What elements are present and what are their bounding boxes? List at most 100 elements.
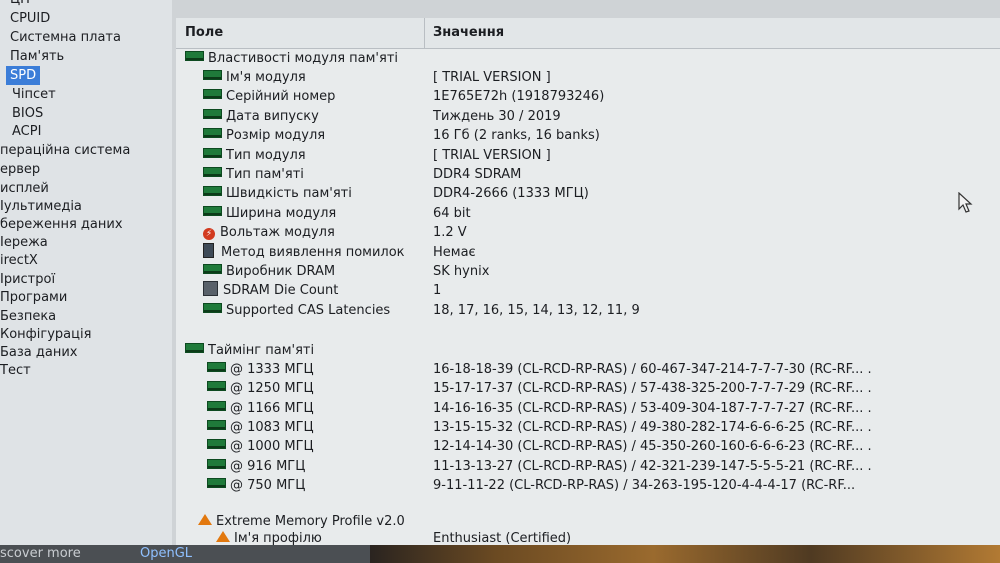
sidebar-item[interactable]: пераційна система bbox=[0, 141, 130, 160]
xmp-icon bbox=[198, 514, 212, 525]
row-field-label: Тип пам'яті bbox=[226, 167, 304, 182]
row-field-label: @ 1166 МГЦ bbox=[230, 400, 314, 416]
row-field: Тип пам'яті bbox=[203, 165, 304, 184]
table-row[interactable]: Supported CAS Latencies 18, 17, 16, 15, 1… bbox=[176, 301, 1000, 320]
row-value: Тиждень 30 / 2019 bbox=[433, 108, 561, 124]
sidebar-item-label: Тест bbox=[0, 363, 31, 378]
memory-module-icon bbox=[203, 167, 222, 177]
table-row[interactable]: @ 1083 МГЦ 13-15-15-32 (CL-RCD-RP-RAS) / … bbox=[176, 418, 1000, 437]
table-row[interactable]: @ 1250 МГЦ 15-17-17-37 (CL-RCD-RP-RAS) / … bbox=[176, 379, 1000, 398]
table-row[interactable]: Ширина модуля 64 bit bbox=[176, 204, 1000, 223]
opengl-link[interactable]: OpenGL bbox=[140, 546, 192, 561]
sidebar-item[interactable]: Програми bbox=[0, 288, 67, 307]
sidebar-item[interactable]: ЦП bbox=[10, 0, 30, 9]
sidebar-item-label: береження даних bbox=[0, 217, 123, 232]
sidebar-item[interactable]: Системна плата bbox=[10, 28, 121, 47]
row-value: [ TRIAL VERSION ] bbox=[433, 70, 551, 85]
table-row[interactable]: @ 1166 МГЦ 14-16-16-35 (CL-RCD-RP-RAS) / … bbox=[176, 399, 1000, 418]
row-field-label: @ 1083 МГЦ bbox=[230, 419, 314, 435]
sidebar-item[interactable]: ервер bbox=[0, 160, 40, 179]
sidebar-item[interactable]: Чіпсет bbox=[12, 85, 56, 104]
memory-module-icon bbox=[207, 400, 226, 411]
sidebar-item[interactable]: Конфігурація bbox=[0, 325, 91, 344]
sidebar-item-label: Системна плата bbox=[10, 30, 121, 45]
row-field-label: Тип модуля bbox=[226, 147, 306, 163]
row-field: Ширина модуля bbox=[203, 204, 336, 223]
mouse-cursor-icon bbox=[958, 192, 973, 213]
column-header-field[interactable]: Поле bbox=[185, 25, 223, 40]
sidebar-item[interactable]: Тест bbox=[0, 361, 31, 380]
sidebar-item[interactable]: irectX bbox=[0, 251, 38, 270]
table-row[interactable]: Дата випуску Тиждень 30 / 2019 bbox=[176, 107, 1000, 126]
sidebar-item-label: BIOS bbox=[12, 106, 44, 121]
memory-module-icon bbox=[203, 205, 222, 216]
sidebar-item[interactable]: Iристрої bbox=[0, 270, 55, 289]
taskbar: scover more OpenGL bbox=[0, 545, 1000, 563]
sidebar-item[interactable]: Iережа bbox=[0, 233, 48, 252]
table-row[interactable]: ⚡ Вольтаж модуля 1.2 V bbox=[176, 223, 1000, 242]
navigation-tree: ЦП CPUID Системна плата Пам'ять SPD Чіпсет BIO… bbox=[0, 0, 172, 545]
sidebar-item-label: SPD bbox=[10, 68, 37, 83]
row-field: ⚡ Вольтаж модуля bbox=[203, 223, 335, 242]
row-field: Ім'я модуля bbox=[203, 68, 306, 87]
table-row[interactable]: @ 916 МГЦ 11-13-13-27 (CL-RCD-RP-RAS) / 4… bbox=[176, 457, 1000, 476]
row-field: @ 1250 МГЦ bbox=[207, 379, 314, 398]
sidebar-item[interactable]: Пам'ять bbox=[10, 47, 64, 66]
row-value: 1E765E72h (1918793246) bbox=[433, 89, 605, 105]
table-row[interactable]: Метод виявлення помилок Немає bbox=[176, 242, 1000, 262]
row-field-label: Таймінг пам'яті bbox=[208, 343, 315, 358]
column-divider[interactable] bbox=[424, 18, 425, 48]
sidebar-item[interactable]: Iультимедіа bbox=[0, 197, 82, 216]
taskbar-thumbnail bbox=[370, 545, 1000, 563]
sidebar-item[interactable]: База даних bbox=[0, 343, 78, 362]
table-row[interactable]: Тип пам'яті DDR4 SDRAM bbox=[176, 165, 1000, 184]
sidebar-item[interactable]: ACPI bbox=[12, 122, 41, 141]
table-row[interactable]: Виробник DRAM SK hynix bbox=[176, 262, 1000, 281]
table-row[interactable]: Серійний номер 1E765E72h (1918793246) bbox=[176, 87, 1000, 106]
memory-module-icon bbox=[203, 89, 222, 100]
row-field-label: @ 1333 МГЦ bbox=[230, 362, 314, 377]
group-header-memory-timing[interactable]: Таймінг пам'яті bbox=[176, 341, 1000, 360]
sidebar-item-label: Безпека bbox=[0, 309, 57, 324]
table-row[interactable]: @ 750 МГЦ 9-11-11-22 (CL-RCD-RP-RAS) / 34… bbox=[176, 476, 1000, 495]
row-field-label: Серійний номер bbox=[226, 89, 336, 105]
row-field: Виробник DRAM bbox=[203, 262, 335, 281]
table-row[interactable]: Тип модуля [ TRIAL VERSION ] bbox=[176, 146, 1000, 165]
sidebar-item[interactable]: береження даних bbox=[0, 215, 123, 234]
table-row[interactable]: SDRAM Die Count 1 bbox=[176, 281, 1000, 300]
table-row[interactable]: Ім'я профілю Enthusiast (Certified) bbox=[176, 529, 1000, 545]
sidebar-item[interactable]: BIOS bbox=[12, 104, 43, 123]
table-row[interactable]: Розмір модуля 16 Гб (2 ranks, 16 banks) bbox=[176, 126, 1000, 145]
row-field: @ 1333 МГЦ bbox=[207, 360, 314, 379]
sidebar-item[interactable]: исплей bbox=[0, 179, 49, 198]
row-value: [ TRIAL VERSION ] bbox=[433, 147, 551, 163]
sidebar-item[interactable]: CPUID bbox=[10, 9, 50, 28]
sidebar-item-label: Iультимедіа bbox=[0, 199, 82, 214]
memory-module-icon bbox=[185, 343, 204, 353]
sidebar-item[interactable]: Безпека bbox=[0, 307, 56, 326]
table-row[interactable]: Швидкість пам'яті DDR4-2666 (1333 МГЦ) bbox=[176, 184, 1000, 203]
row-field: Властивості модуля пам'яті bbox=[185, 49, 398, 68]
table-row[interactable]: Ім'я модуля [ TRIAL VERSION ] bbox=[176, 68, 1000, 87]
row-field-label: Вольтаж модуля bbox=[220, 225, 335, 241]
row-field-label: Метод виявлення помилок bbox=[221, 244, 405, 260]
column-header-value[interactable]: Значення bbox=[433, 25, 504, 40]
sidebar-item-label: CPUID bbox=[10, 11, 51, 26]
row-value: SK hynix bbox=[433, 264, 490, 279]
memory-module-icon bbox=[203, 70, 222, 80]
row-field-label: Extreme Memory Profile v2.0 bbox=[216, 514, 405, 529]
row-value: 9-11-11-22 (CL-RCD-RP-RAS) / 34-263-195-… bbox=[433, 477, 856, 493]
group-header-module-properties[interactable]: Властивості модуля пам'яті bbox=[176, 49, 1000, 68]
sidebar-item-label: Чіпсет bbox=[12, 87, 56, 102]
table-row[interactable]: @ 1333 МГЦ 16-18-18-39 (CL-RCD-RP-RAS) / … bbox=[176, 360, 1000, 379]
sidebar-item[interactable]: SPD bbox=[6, 66, 41, 85]
row-field-label: Ім'я профілю bbox=[234, 531, 322, 545]
memory-module-icon bbox=[207, 458, 226, 469]
row-value: 14-16-16-35 (CL-RCD-RP-RAS) / 53-409-304… bbox=[433, 400, 872, 416]
sidebar-item-label: исплей bbox=[0, 181, 49, 196]
sidebar-item-label: Iережа bbox=[0, 235, 48, 250]
row-field-label: @ 1000 МГЦ bbox=[230, 439, 314, 455]
discover-more-link[interactable]: scover more bbox=[0, 546, 81, 561]
table-row[interactable]: @ 1000 МГЦ 12-14-14-30 (CL-RCD-RP-RAS) / … bbox=[176, 437, 1000, 456]
details-pane: Поле Значення Властивості модуля пам'яті… bbox=[176, 18, 1000, 545]
